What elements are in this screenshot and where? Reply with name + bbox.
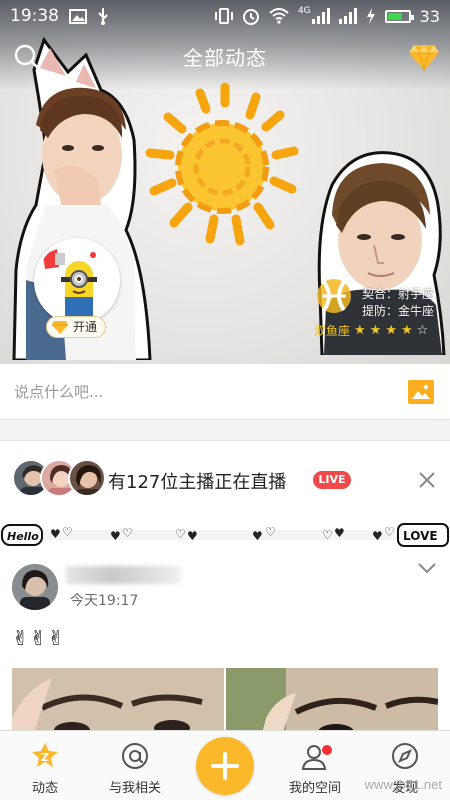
charging-icon <box>366 8 375 24</box>
diamond-icon[interactable] <box>408 43 440 71</box>
feed-icon: Z <box>32 743 58 767</box>
close-icon[interactable] <box>416 469 438 491</box>
alarm-icon <box>242 9 259 25</box>
zodiac-rating: 双鱼座 ★ ★ ★ ★ ☆ <box>314 322 428 339</box>
svg-text:♥: ♥ <box>50 527 61 541</box>
svg-text:♡: ♡ <box>265 525 276 539</box>
post-photo[interactable] <box>12 668 224 738</box>
compass-icon <box>392 743 418 769</box>
chevron-down-icon[interactable] <box>416 560 438 576</box>
tab-my-space-label: 我的空间 <box>288 781 341 796</box>
svg-text:♥: ♥ <box>372 529 383 543</box>
pisces-icon <box>317 279 351 313</box>
live-count-text: 有127位主播正在直播 <box>108 472 287 493</box>
watermark: www.jb51.net <box>364 777 442 792</box>
tab-mentions-label: 与我相关 <box>108 781 161 796</box>
battery-icon <box>384 9 414 23</box>
svg-text:♡: ♡ <box>62 525 73 539</box>
svg-text:Z: Z <box>41 751 49 764</box>
notification-dot <box>322 745 332 755</box>
live-banner[interactable]: 有127位主播正在直播 LIVE <box>0 440 450 520</box>
image-icon <box>69 8 87 24</box>
user-avatar[interactable] <box>34 238 120 324</box>
tab-my-space[interactable]: 我的空间 <box>270 731 360 800</box>
tab-feed[interactable]: Z 动态 <box>0 731 90 800</box>
status-time: 19:38 <box>10 6 59 26</box>
compat-beware: 提防：金牛座 <box>362 304 435 318</box>
post-photo[interactable] <box>226 668 438 738</box>
svg-text:♥: ♥ <box>110 529 121 543</box>
love-sticker: LOVE <box>397 523 449 547</box>
star-empty-icon: ☆ <box>416 323 429 338</box>
zodiac-sign: 双鱼座 <box>314 324 351 338</box>
love-text: LOVE <box>403 529 438 543</box>
signal-icon <box>311 8 330 24</box>
signal-icon <box>338 8 357 24</box>
status-bar: 19:38 4G 33 <box>0 0 450 32</box>
page-title: 全部动态 <box>183 46 267 70</box>
network-type: 4G <box>297 6 311 16</box>
tab-feed-label: 动态 <box>31 781 58 796</box>
image-icon[interactable] <box>408 380 434 404</box>
hello-sticker: Hello <box>1 524 43 546</box>
svg-text:♡: ♡ <box>122 526 133 540</box>
profile-cover[interactable]: 全部动态 开通 契合：射手座 提防：金牛座 双鱼座 ★ ★ ★ ★ ☆ <box>0 0 450 364</box>
create-post-button[interactable] <box>196 737 254 795</box>
svg-text:♡: ♡ <box>175 527 186 541</box>
post-author-avatar[interactable] <box>12 564 58 610</box>
live-host-avatars <box>12 459 106 499</box>
at-icon <box>122 743 148 769</box>
star-icon: ★ <box>369 323 382 338</box>
feed-post[interactable]: 今天19:17 ✌✌✌ <box>0 550 450 738</box>
star-icon: ★ <box>400 323 413 338</box>
svg-text:♡: ♡ <box>322 528 333 542</box>
star-icon: ★ <box>354 323 366 338</box>
vip-open-button[interactable]: 开通 <box>46 316 107 338</box>
star-icon: ★ <box>385 323 397 338</box>
post-text: ✌✌✌ <box>12 626 66 650</box>
live-host-avatar <box>68 459 106 497</box>
vip-open-label: 开通 <box>73 320 98 334</box>
svg-text:♥: ♥ <box>252 529 263 543</box>
search-icon[interactable] <box>12 42 42 72</box>
sun-illustration <box>145 82 299 246</box>
usb-icon <box>98 8 108 25</box>
doodle-divider: Hello ♥ ♡ ♥ ♡ ♡ ♥ ♥ ♡ ♡ ♥ ♥ ♡ LOVE <box>0 520 450 550</box>
vibrate-icon <box>214 8 233 24</box>
svg-text:♥: ♥ <box>334 526 345 540</box>
compat-match: 契合：射手座 <box>362 287 435 301</box>
svg-text:♥: ♥ <box>187 529 198 543</box>
live-badge: LIVE <box>313 471 351 489</box>
app-screen: 全部动态 开通 契合：射手座 提防：金牛座 双鱼座 ★ ★ ★ ★ ☆ 19:3… <box>0 0 450 800</box>
svg-text:♡: ♡ <box>384 525 395 539</box>
zodiac-compatibility: 契合：射手座 提防：金牛座 <box>362 286 434 320</box>
hello-text: Hello <box>7 530 39 543</box>
post-time: 今天19:17 <box>70 593 139 609</box>
compose-input[interactable]: 说点什么吧... <box>14 381 103 402</box>
battery-percent: 33 <box>419 6 440 26</box>
compose-bar[interactable]: 说点什么吧... <box>0 364 450 420</box>
vip-diamond-icon <box>52 321 68 334</box>
tab-mentions[interactable]: 与我相关 <box>90 731 180 800</box>
post-author-name[interactable] <box>66 566 181 584</box>
wifi-icon <box>269 8 289 24</box>
